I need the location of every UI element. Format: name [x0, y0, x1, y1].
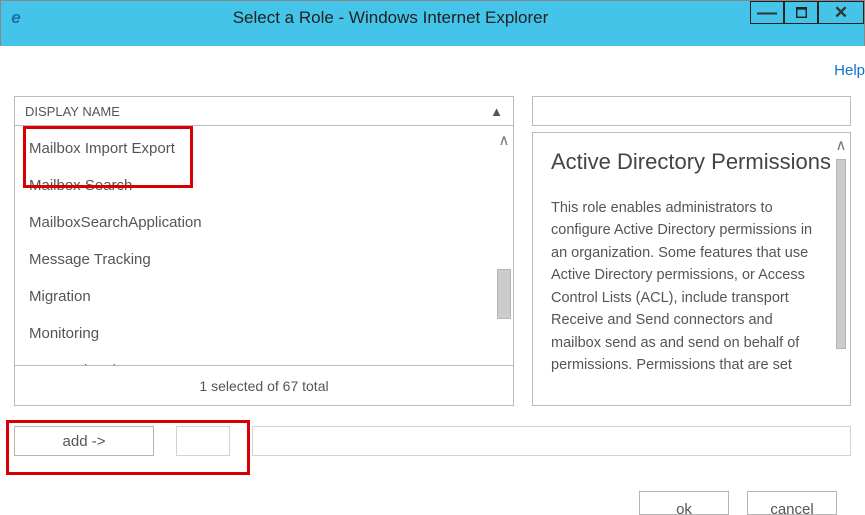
ok-button[interactable]: ok — [639, 491, 729, 515]
list-footer: 1 selected of 67 total — [14, 366, 514, 406]
help-link[interactable]: Help — [834, 62, 865, 79]
minimize-button[interactable]: — — [750, 1, 784, 24]
close-button[interactable]: ✕ — [818, 1, 864, 24]
scroll-track[interactable] — [497, 154, 511, 365]
list-item[interactable]: Migration — [29, 288, 499, 305]
details-scrollbar[interactable]: ∧ — [832, 133, 850, 405]
list-scrollbar[interactable]: ∧ — [495, 126, 513, 365]
dialog-buttons: ok cancel — [639, 491, 837, 515]
add-button[interactable]: add -> — [14, 426, 154, 456]
added-roles-target[interactable] — [252, 426, 851, 456]
window-title: Select a Role - Windows Internet Explore… — [31, 8, 750, 28]
maximize-button[interactable] — [784, 1, 818, 24]
selection-count-label: 1 selected of 67 total — [199, 378, 328, 394]
scroll-thumb[interactable] — [497, 269, 511, 319]
list-header-label: DISPLAY NAME — [25, 104, 120, 119]
added-roles-target-small[interactable] — [176, 426, 230, 456]
list-body: Mailbox Import Export Mailbox Search Mai… — [14, 126, 514, 366]
window-titlebar: e Select a Role - Windows Internet Explo… — [0, 0, 865, 34]
add-row: add -> — [14, 426, 851, 456]
details-title: Active Directory Permissions — [551, 149, 832, 175]
window-controls: — ✕ — [750, 1, 864, 34]
internet-explorer-icon: e — [1, 8, 31, 28]
details-box: Active Directory Permissions This role e… — [532, 132, 851, 406]
list-item[interactable]: Org Marketplace Apps — [29, 362, 499, 366]
search-input[interactable] — [532, 96, 851, 126]
list-header[interactable]: DISPLAY NAME ▲ — [14, 96, 514, 126]
list-item[interactable]: Mailbox Import Export — [29, 140, 499, 157]
scroll-thumb[interactable] — [836, 159, 846, 349]
details-pane: Active Directory Permissions This role e… — [532, 96, 851, 406]
list-item[interactable]: MailboxSearchApplication — [29, 214, 499, 231]
role-list-pane: DISPLAY NAME ▲ Mailbox Import Export Mai… — [14, 96, 514, 406]
scroll-up-icon[interactable]: ∧ — [832, 133, 850, 157]
sort-ascending-icon: ▲ — [490, 104, 503, 119]
list-item[interactable]: Monitoring — [29, 325, 499, 342]
scroll-up-icon[interactable]: ∧ — [495, 126, 513, 154]
cancel-button[interactable]: cancel — [747, 491, 837, 515]
details-body: This role enables administrators to conf… — [551, 197, 832, 377]
list-item[interactable]: Message Tracking — [29, 251, 499, 268]
list-item[interactable]: Mailbox Search — [29, 177, 499, 194]
